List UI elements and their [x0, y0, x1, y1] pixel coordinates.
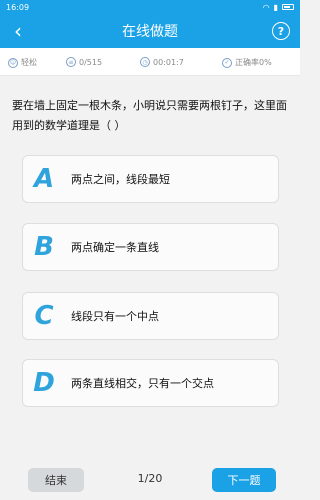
status-time: 16:09: [6, 2, 30, 12]
next-button[interactable]: 下一题: [212, 468, 276, 492]
check-circle-icon: ✓: [222, 57, 232, 68]
question-mark-icon: ?: [277, 24, 285, 38]
option-text: 线段只有一个中点: [71, 310, 159, 323]
option-d[interactable]: D 两条直线相交，只有一个交点: [22, 359, 279, 407]
chevron-left-icon: ‹: [14, 19, 22, 43]
database-icon: ≡: [66, 57, 76, 67]
page-title: 在线做题: [122, 24, 178, 40]
help-button[interactable]: ?: [272, 22, 290, 40]
question-text: 要在墙上固定一根木条，小明说只需要两根钉子，这里面用到的数学道理是（ ）: [12, 99, 287, 132]
timer-info: ◷ 00:01:7: [140, 57, 184, 67]
page-indicator: 1/20: [137, 472, 163, 485]
battery-icon: [282, 4, 294, 10]
option-text: 两条直线相交，只有一个交点: [71, 377, 214, 390]
accuracy-info: ✓ 正确率0%: [222, 57, 272, 68]
signal-icon: ▮: [273, 2, 278, 12]
option-letter: A: [33, 164, 55, 194]
option-letter: C: [34, 301, 54, 331]
difficulty-info: ☺ 轻松: [8, 57, 37, 68]
option-letter: B: [34, 232, 54, 262]
back-button[interactable]: ‹: [6, 18, 30, 44]
option-c[interactable]: C 线段只有一个中点: [22, 292, 279, 340]
option-text: 两点确定一条直线: [71, 241, 159, 254]
option-a[interactable]: A 两点之间，线段最短: [22, 155, 279, 203]
quiz-info-bar: ☺ 轻松 ≡ 0/515 ◷ 00:01:7 ✓ 正确率0%: [0, 48, 300, 76]
option-letter: D: [33, 368, 55, 398]
accuracy-label: 正确率0%: [235, 58, 272, 67]
app-header: ‹ 在线做题 ?: [0, 14, 300, 48]
clock-icon: ◷: [140, 57, 150, 67]
timer-label: 00:01:7: [153, 57, 184, 67]
wifi-icon: ◠: [262, 2, 270, 12]
bottom-bar: 结束 1/20 下一题: [0, 460, 300, 500]
end-button[interactable]: 结束: [28, 468, 84, 492]
smile-icon: ☺: [8, 57, 18, 68]
option-b[interactable]: B 两点确定一条直线: [22, 223, 279, 271]
progress-info: ≡ 0/515: [66, 57, 102, 67]
status-bar: 16:09 ◠ ▮: [0, 0, 300, 14]
progress-label: 0/515: [79, 57, 103, 67]
option-text: 两点之间，线段最短: [71, 173, 170, 186]
difficulty-label: 轻松: [21, 58, 37, 67]
status-icons: ◠ ▮: [263, 3, 294, 12]
